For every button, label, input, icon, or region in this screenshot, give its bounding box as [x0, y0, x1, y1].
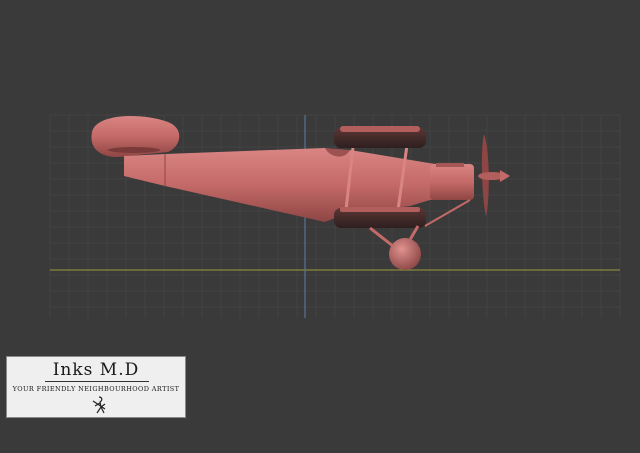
artist-watermark: Inks M.D Your friendly neighbourhood art… — [6, 356, 186, 418]
sketch-figure-icon — [92, 396, 106, 414]
landing-wheel — [389, 238, 421, 270]
gear-brace — [424, 199, 471, 227]
cowling-exhaust — [436, 163, 464, 167]
lower-wing-edge — [340, 207, 420, 212]
watermark-subtitle: Your friendly neighbourhood artist — [12, 385, 180, 393]
watermark-divider — [45, 381, 149, 382]
watermark-title: Inks M.D — [52, 360, 140, 380]
propeller-spinner — [500, 170, 510, 182]
biplane-model[interactable] — [91, 116, 510, 270]
tail-stabilizer — [108, 147, 160, 153]
engine-cowling — [430, 164, 474, 200]
upper-wing-edge — [340, 126, 420, 132]
